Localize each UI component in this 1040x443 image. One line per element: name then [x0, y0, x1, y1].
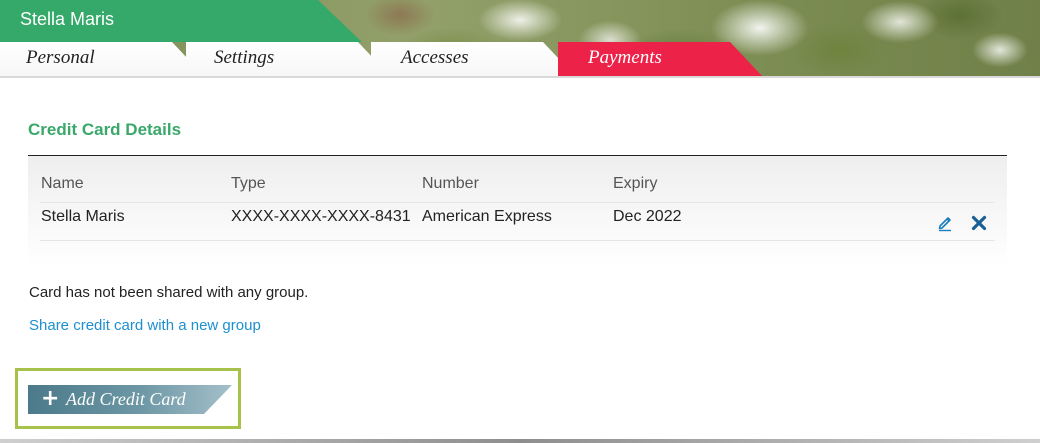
column-header-expiry: Expiry [613, 175, 658, 192]
share-status-text: Card has not been shared with any group. [29, 284, 309, 301]
add-credit-card-label: Add Credit Card [66, 389, 186, 409]
section-divider [28, 155, 1007, 156]
share-card-link[interactable]: Share credit card with a new group [29, 317, 261, 334]
footer-divider [0, 439, 1040, 443]
tab-bar-divider [0, 76, 1040, 78]
row-divider [40, 240, 995, 241]
card-type-cell: XXXX-XXXX-XXXX-8431 [231, 208, 411, 225]
plus-icon: + [41, 386, 60, 411]
column-header-number: Number [422, 175, 479, 192]
card-expiry-cell: Dec 2022 [613, 208, 682, 225]
column-header-type: Type [231, 175, 266, 192]
pencil-icon[interactable] [937, 214, 953, 232]
x-icon[interactable] [970, 214, 988, 232]
tab-payments[interactable]: Payments [558, 42, 764, 78]
card-name-cell: Stella Maris [41, 208, 125, 225]
row-divider [40, 202, 995, 203]
header-banner: Stella Maris Personal Settings Accesses … [0, 0, 1040, 78]
section-title: Credit Card Details [28, 120, 182, 139]
card-number-cell: American Express [422, 208, 552, 225]
column-header-name: Name [41, 175, 84, 192]
user-name: Stella Maris [20, 9, 115, 29]
